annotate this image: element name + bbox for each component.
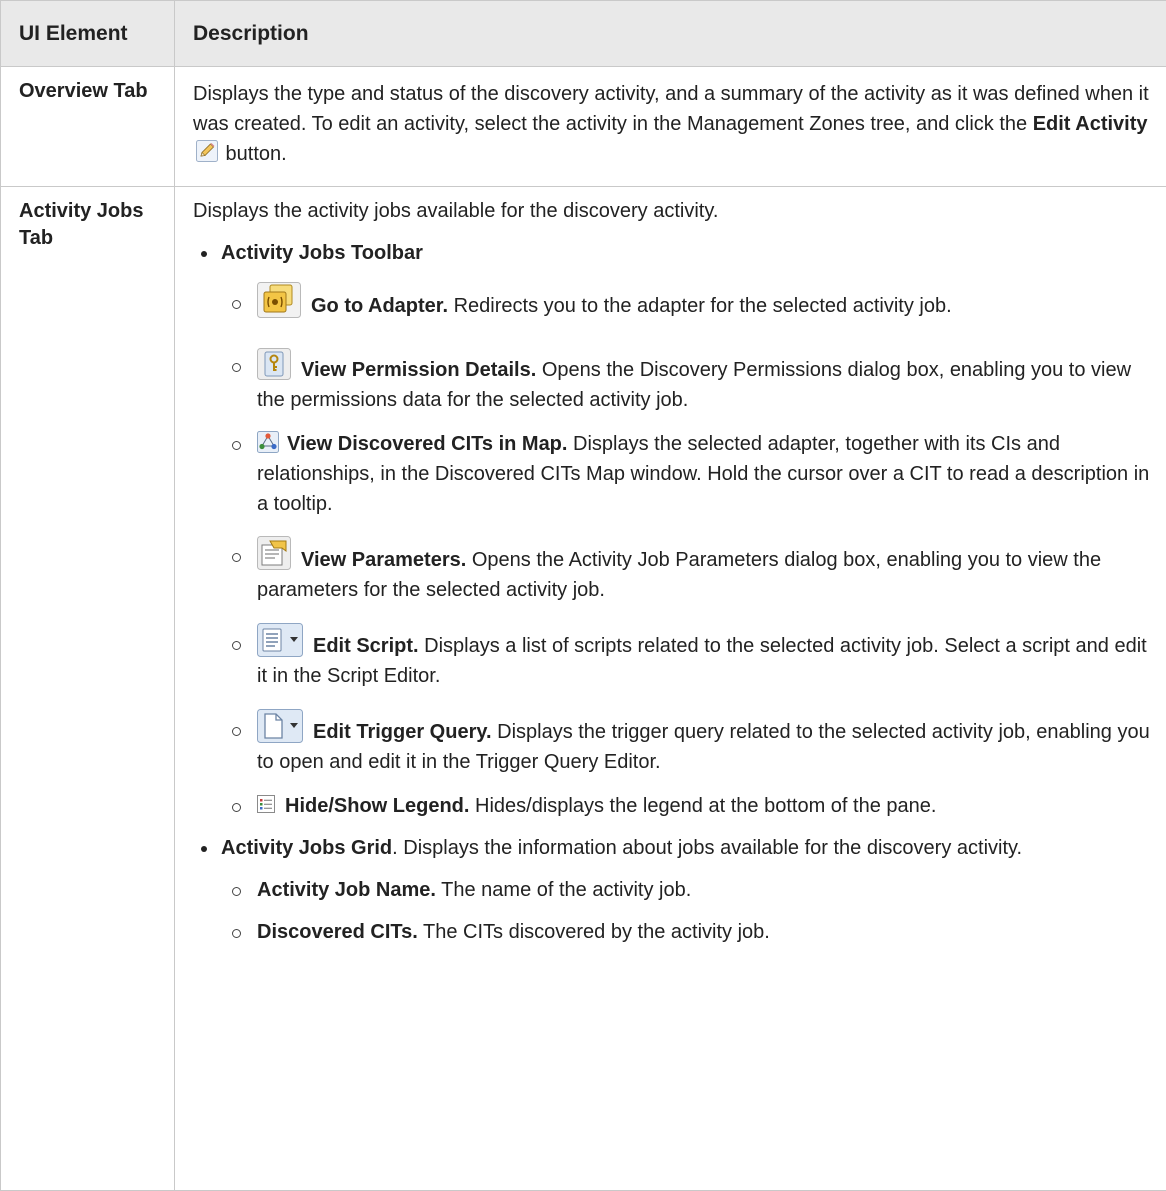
overview-desc-text: Displays the type and status of the disc… (193, 83, 1149, 135)
pencil-icon (196, 140, 218, 162)
view-discovered-cits-label: View Discovered CITs in Map. (287, 433, 567, 455)
table-header-row: UI Element Description (1, 1, 1166, 67)
edit-trigger-query-label: Edit Trigger Query. (313, 721, 492, 743)
element-overview-tab: Overview Tab (1, 67, 175, 187)
view-parameters-label: View Parameters. (301, 549, 466, 571)
activity-intro: Displays the activity jobs available for… (193, 196, 1152, 226)
edit-script-icon (257, 623, 303, 657)
list-item-view-parameters: View Parameters. Opens the Activity Job … (221, 536, 1152, 605)
grid-title: Activity Jobs Grid (221, 837, 392, 859)
overview-desc-end: button. (220, 143, 287, 165)
permission-key-icon (257, 348, 291, 380)
element-activity-jobs-tab: Activity Jobs Tab (1, 187, 175, 1191)
ui-element-table: UI Element Description Overview Tab Disp… (0, 0, 1166, 1191)
bullet-dot (201, 251, 207, 257)
list-item-edit-trigger-query: Edit Trigger Query. Displays the trigger… (221, 709, 1152, 777)
header-description: Description (175, 1, 1166, 67)
list-item-edit-script: Edit Script. Displays a list of scripts … (221, 623, 1152, 691)
trigger-query-icon (257, 709, 303, 743)
toolbar-title: Activity Jobs Toolbar (221, 242, 423, 264)
description-overview: Displays the type and status of the disc… (175, 67, 1166, 187)
activity-bullet-list: Activity Jobs Toolbar Go to Adapter. Red… (193, 238, 1152, 947)
table-row-overview: Overview Tab Displays the type and statu… (1, 67, 1166, 187)
view-permission-details-label: View Permission Details. (301, 359, 536, 381)
adapter-icon (257, 282, 301, 318)
table-row-activity-jobs: Activity Jobs Tab Displays the activity … (1, 187, 1166, 1191)
go-to-adapter-label: Go to Adapter. (311, 295, 448, 317)
hide-show-legend-label: Hide/Show Legend. (285, 795, 469, 817)
list-item-view-permission-details: View Permission Details. Opens the Disco… (221, 348, 1152, 415)
header-ui-element: UI Element (1, 1, 175, 67)
grid-items-list: Activity Job Name. The name of the activ… (221, 875, 1152, 947)
list-item-hide-show-legend: Hide/Show Legend. Hides/displays the leg… (221, 791, 1152, 821)
edit-script-label: Edit Script. (313, 635, 419, 657)
list-item-discovered-cits: Discovered CITs. The CITs discovered by … (221, 917, 1152, 947)
list-item-view-discovered-cits: View Discovered CITs in Map. Displays th… (221, 429, 1152, 519)
list-item-activity-job-name: Activity Job Name. The name of the activ… (221, 875, 1152, 905)
toolbar-items-list: Go to Adapter. Redirects you to the adap… (221, 282, 1152, 821)
bullet-dot (201, 846, 207, 852)
edit-activity-label: Edit Activity (1033, 113, 1148, 135)
legend-icon (257, 795, 275, 813)
list-item-grid: Activity Jobs Grid. Displays the informa… (193, 833, 1152, 947)
cit-map-icon (257, 431, 279, 453)
list-item-go-to-adapter: Go to Adapter. Redirects you to the adap… (221, 282, 1152, 321)
parameters-icon (257, 536, 291, 570)
list-item-toolbar: Activity Jobs Toolbar Go to Adapter. Red… (193, 238, 1152, 821)
description-activity-jobs: Displays the activity jobs available for… (175, 187, 1166, 1191)
grid-desc: . Displays the information about jobs av… (392, 837, 1022, 859)
